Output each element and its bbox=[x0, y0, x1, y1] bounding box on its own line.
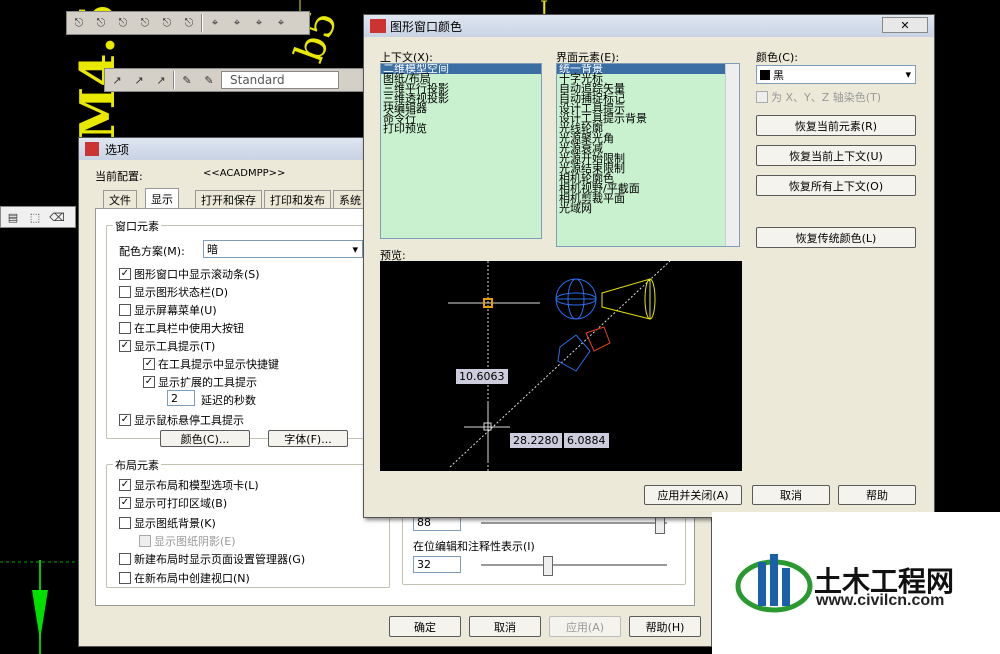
checkbox-tooltips[interactable]: ✓ 显示工具提示(T) bbox=[119, 338, 215, 354]
options-title: 选项 bbox=[105, 142, 130, 157]
checkbox-page-setup-manager[interactable]: 新建布局时显示页面设置管理器(G) bbox=[119, 551, 305, 567]
slider2-thumb[interactable] bbox=[543, 556, 553, 576]
apply-button[interactable]: 应用(A) bbox=[549, 616, 621, 637]
checkbox-large-buttons[interactable]: 在工具栏中使用大按钮 bbox=[119, 320, 244, 336]
context-list[interactable]: 二维模型空间 图纸/布局 三维平行投影 三维透视投影 块编辑器 命令行 打印预览 bbox=[380, 63, 542, 239]
restore-all-contexts-button[interactable]: 恢复所有上下文(O) bbox=[756, 175, 916, 196]
options-tabs: 文件 显示 打开和保存 打印和发布 系统 bbox=[99, 188, 369, 210]
restore-current-context-button[interactable]: 恢复当前上下文(U) bbox=[756, 145, 916, 166]
delay-seconds-input[interactable]: 2 bbox=[167, 390, 195, 406]
element-list-scrollbar[interactable] bbox=[725, 64, 739, 246]
close-button[interactable]: ✕ bbox=[882, 17, 928, 33]
tab-files[interactable]: 文件 bbox=[103, 190, 137, 208]
colors-title: 图形窗口颜色 bbox=[390, 19, 463, 34]
drawing-window-colors-dialog: 图形窗口颜色 ✕ 上下文(X): 二维模型空间 图纸/布局 三维平行投影 三维透… bbox=[363, 14, 935, 518]
style-dropdown[interactable]: Standard bbox=[221, 71, 339, 89]
slider1-track[interactable] bbox=[481, 522, 667, 524]
window-elements-label: 窗口元素 bbox=[113, 218, 161, 234]
tab-system[interactable]: 系统 bbox=[333, 190, 367, 208]
checkbox-printable-area[interactable]: ✓ 显示可打印区域(B) bbox=[119, 495, 227, 511]
preview-pane: 10.6063 28.2280 6.0884 bbox=[380, 260, 742, 471]
interface-element-list[interactable]: 统一背景 十字光标 自动追踪矢量 自动捕捉标记 设计工具提示 设计工具提示背景 … bbox=[556, 63, 740, 247]
preview-distance-tooltip: 10.6063 bbox=[456, 369, 508, 384]
color-select[interactable]: 黑 ▾ bbox=[756, 65, 916, 84]
tab-plot-publish[interactable]: 打印和发布 bbox=[264, 190, 331, 208]
checkbox-tooltip-shortcuts[interactable]: ✓ 在工具提示中显示快捷键 bbox=[143, 356, 279, 372]
layout-elements-label: 布局元素 bbox=[113, 457, 161, 473]
checkbox-status-bar[interactable]: 显示图形状态栏(D) bbox=[119, 284, 228, 300]
checkbox-paper-background[interactable]: 显示图纸背景(K) bbox=[119, 515, 216, 531]
restore-current-element-button[interactable]: 恢复当前元素(R) bbox=[756, 115, 916, 136]
restore-classic-colors-button[interactable]: 恢复传统颜色(L) bbox=[756, 227, 916, 248]
checkbox-extended-tooltips[interactable]: ✓ 显示扩展的工具提示 bbox=[143, 374, 257, 390]
list-item[interactable]: 打印预览 bbox=[381, 123, 541, 134]
toolbar-icon-1[interactable]: ⎋ bbox=[69, 14, 89, 32]
chevron-down-icon: ▾ bbox=[905, 68, 911, 81]
colors-titlebar[interactable]: 图形窗口颜色 ✕ bbox=[364, 15, 934, 37]
ok-button[interactable]: 确定 bbox=[389, 616, 461, 637]
fonts-button[interactable]: 字体(F)... bbox=[268, 430, 348, 447]
checkbox-create-viewport[interactable]: 在新布局中创建视口(N) bbox=[119, 570, 250, 586]
list-item[interactable]: 光域网 bbox=[557, 203, 739, 214]
color-cancel-button[interactable]: 取消 bbox=[752, 485, 830, 505]
autocad-logo-icon bbox=[370, 19, 386, 33]
cancel-button[interactable]: 取消 bbox=[469, 616, 541, 637]
window-elements-group: 窗口元素 配色方案(M): 暗 ▾ ✓ 图形窗口中显示滚动条(S) 显示图形状态栏… bbox=[106, 218, 382, 439]
color-help-button[interactable]: 帮助 bbox=[838, 485, 916, 505]
dimension-toolbar: ⎋ ⎋ ⎋ ⎋ ⎋ ⎋ ⌖ ⌖ ⌖ ⌖ bbox=[66, 11, 310, 35]
checkbox-tint-axes[interactable]: 为 X、Y、Z 轴染色(T) bbox=[756, 89, 881, 105]
checkbox-layout-tabs[interactable]: ✓ 显示布局和模型选项卡(L) bbox=[119, 477, 259, 493]
toolbar-icon-7[interactable]: ⌖ bbox=[205, 14, 225, 32]
checkbox-box: ✓ bbox=[119, 268, 131, 280]
checkbox-paper-shadow[interactable]: 显示图纸阴影(E) bbox=[139, 533, 236, 549]
color-scheme-select[interactable]: 暗 ▾ bbox=[203, 240, 363, 258]
checkbox-rollover-tooltips[interactable]: ✓ 显示鼠标悬停工具提示 bbox=[119, 412, 244, 428]
region-icon[interactable]: ⬚ bbox=[25, 208, 45, 226]
leader-icon[interactable]: ↗ bbox=[107, 71, 127, 89]
tab-open-save[interactable]: 打开和保存 bbox=[195, 190, 262, 208]
color-label: 颜色(C): bbox=[756, 51, 798, 64]
apply-and-close-button[interactable]: 应用并关闭(A) bbox=[644, 485, 742, 505]
erase-icon[interactable]: ⌫ bbox=[47, 208, 67, 226]
watermark-url: www.civilcn.com bbox=[816, 592, 945, 609]
block-icon[interactable]: ▤ bbox=[3, 208, 23, 226]
toolbar-icon-6[interactable]: ⎋ bbox=[179, 14, 199, 32]
chevron-down-icon: ▾ bbox=[352, 242, 358, 256]
tab-display[interactable]: 显示 bbox=[145, 188, 179, 208]
help-button[interactable]: 帮助(H) bbox=[629, 616, 701, 637]
toolbar-icon-3[interactable]: ⎋ bbox=[113, 14, 133, 32]
leader-edit-icon-2[interactable]: ✎ bbox=[199, 71, 219, 89]
value-32-input[interactable]: 32 bbox=[413, 556, 461, 573]
inplace-edit-label: 在位编辑和注释性表示(I) bbox=[413, 540, 535, 553]
checkbox-screen-menu[interactable]: 显示屏幕菜单(U) bbox=[119, 302, 217, 318]
toolbar-icon-5[interactable]: ⎋ bbox=[157, 14, 177, 32]
autocad-logo-icon bbox=[85, 142, 99, 156]
checkbox-scrollbars[interactable]: ✓ 图形窗口中显示滚动条(S) bbox=[119, 266, 260, 282]
side-toolbar: ▤ ⬚ ⌫ bbox=[0, 206, 76, 228]
toolbar-icon-2[interactable]: ⎋ bbox=[91, 14, 111, 32]
delay-seconds-label: 延迟的秒数 bbox=[201, 394, 256, 407]
watermark-building-icon bbox=[735, 554, 813, 613]
toolbar-icon-10[interactable]: ⌖ bbox=[271, 14, 291, 32]
layout-elements-group: 布局元素 ✓ 显示布局和模型选项卡(L) ✓ 显示可打印区域(B) 显示图纸背景(K… bbox=[106, 457, 390, 588]
preview-x-tooltip: 28.2280 bbox=[510, 433, 562, 448]
text-style-toolbar: ↗ ↗ ↗ ✎ ✎ Standard bbox=[104, 68, 364, 92]
toolbar-icon-9[interactable]: ⌖ bbox=[249, 14, 269, 32]
watermark-logo: 土木工程网 www.civilcn.com bbox=[712, 512, 1000, 654]
leader-edit-icon[interactable]: ✎ bbox=[177, 71, 197, 89]
preview-y-tooltip: 6.0884 bbox=[564, 433, 609, 448]
color-swatch bbox=[760, 69, 770, 80]
leader-icon-3[interactable]: ↗ bbox=[151, 71, 171, 89]
slider2-track[interactable] bbox=[481, 564, 667, 566]
colors-button[interactable]: 颜色(C)... bbox=[160, 430, 250, 447]
toolbar-icon-8[interactable]: ⌖ bbox=[227, 14, 247, 32]
current-profile-label: 当前配置: bbox=[95, 170, 143, 183]
color-scheme-label: 配色方案(M): bbox=[119, 245, 185, 258]
current-profile-value: <<ACADMPP>> bbox=[203, 168, 286, 179]
toolbar-icon-4[interactable]: ⎋ bbox=[135, 14, 155, 32]
leader-icon-2[interactable]: ↗ bbox=[129, 71, 149, 89]
